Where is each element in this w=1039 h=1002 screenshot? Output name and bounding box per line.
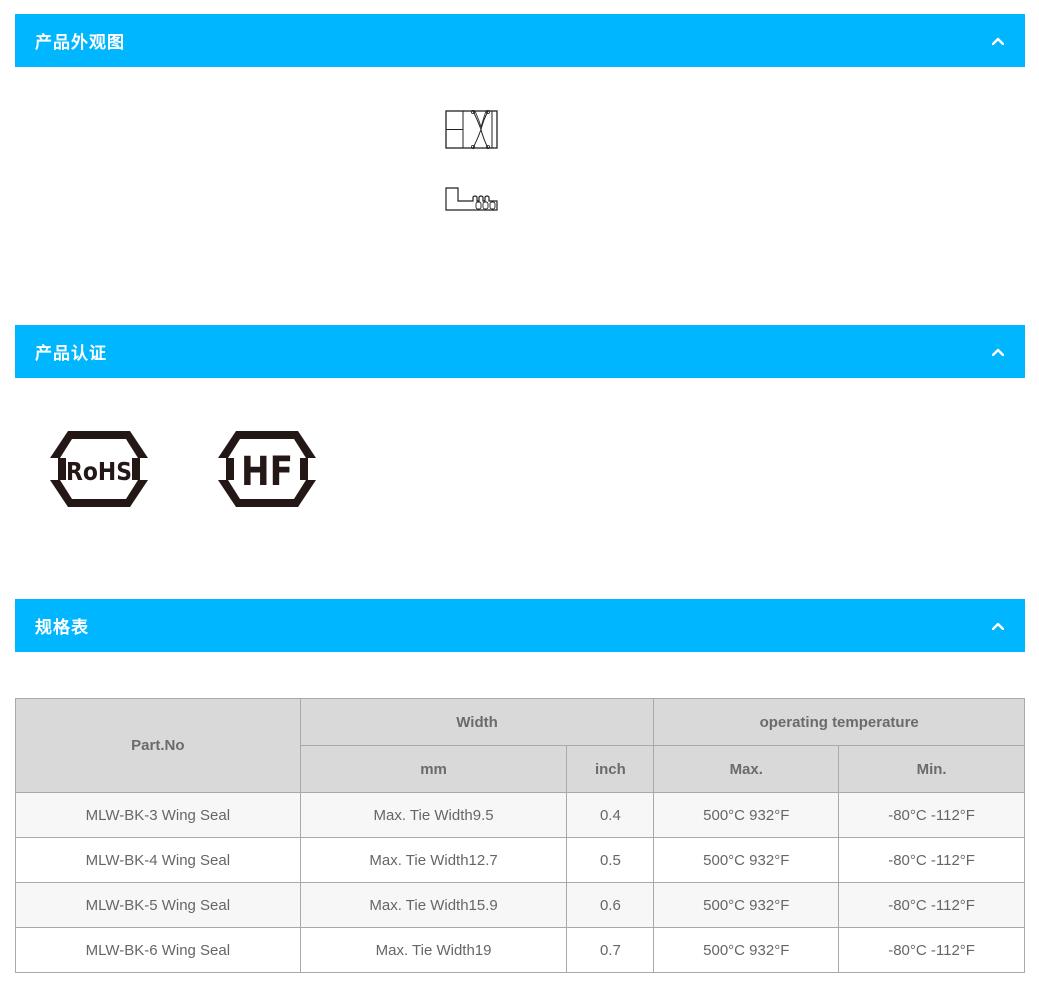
header-operating-temperature: operating temperature	[653, 698, 1025, 746]
cell-part: MLW-BK-6 Wing Seal	[15, 927, 301, 973]
section-header-certification[interactable]: 产品认证	[15, 325, 1025, 378]
cell-max: 500°C 932°F	[653, 882, 840, 928]
cell-part: MLW-BK-3 Wing Seal	[15, 792, 301, 838]
cell-max: 500°C 932°F	[653, 927, 840, 973]
cell-mm: Max. Tie Width9.5	[299, 792, 568, 838]
cell-inch: 0.7	[566, 927, 655, 973]
chevron-up-icon[interactable]	[991, 619, 1005, 633]
hf-text: HF	[241, 449, 293, 495]
halogen-free-logo-icon: HF	[218, 431, 316, 507]
header-mm: mm	[299, 745, 568, 793]
cell-min: -80°C -112°F	[838, 837, 1025, 883]
table-row: MLW-BK-3 Wing Seal Max. Tie Width9.5 0.4…	[15, 792, 1025, 838]
header-max: Max.	[653, 745, 840, 793]
cell-mm: Max. Tie Width15.9	[299, 882, 568, 928]
header-part-no: Part.No	[15, 698, 301, 793]
table-row: MLW-BK-4 Wing Seal Max. Tie Width12.7 0.…	[15, 837, 1025, 883]
section-title-spec: 规格表	[35, 618, 89, 638]
cell-max: 500°C 932°F	[653, 837, 840, 883]
header-inch: inch	[566, 745, 655, 793]
cell-min: -80°C -112°F	[838, 792, 1025, 838]
cell-part: MLW-BK-5 Wing Seal	[15, 882, 301, 928]
table-row: MLW-BK-6 Wing Seal Max. Tie Width19 0.7 …	[15, 927, 1025, 973]
cell-mm: Max. Tie Width12.7	[299, 837, 568, 883]
cell-inch: 0.6	[566, 882, 655, 928]
table-row: MLW-BK-5 Wing Seal Max. Tie Width15.9 0.…	[15, 882, 1025, 928]
rohs-text: RoHS	[66, 457, 132, 486]
product-side-view-drawing	[445, 187, 498, 211]
cell-part: MLW-BK-4 Wing Seal	[15, 837, 301, 883]
section-title-certification: 产品认证	[35, 344, 107, 364]
header-min: Min.	[838, 745, 1025, 793]
cell-inch: 0.4	[566, 792, 655, 838]
section-title-appearance: 产品外观图	[35, 33, 125, 53]
chevron-up-icon[interactable]	[991, 345, 1005, 359]
cell-min: -80°C -112°F	[838, 882, 1025, 928]
rohs-logo-icon: RoHS	[50, 431, 148, 507]
spec-table: Part.No Width operating temperature mm i…	[15, 698, 1025, 973]
section-header-appearance[interactable]: 产品外观图	[15, 14, 1025, 67]
cell-max: 500°C 932°F	[653, 792, 840, 838]
section-header-spec[interactable]: 规格表	[15, 599, 1025, 652]
product-top-view-drawing	[445, 109, 498, 150]
cell-inch: 0.5	[566, 837, 655, 883]
cell-min: -80°C -112°F	[838, 927, 1025, 973]
chevron-up-icon[interactable]	[991, 34, 1005, 48]
cell-mm: Max. Tie Width19	[299, 927, 568, 973]
header-width: Width	[299, 698, 655, 746]
